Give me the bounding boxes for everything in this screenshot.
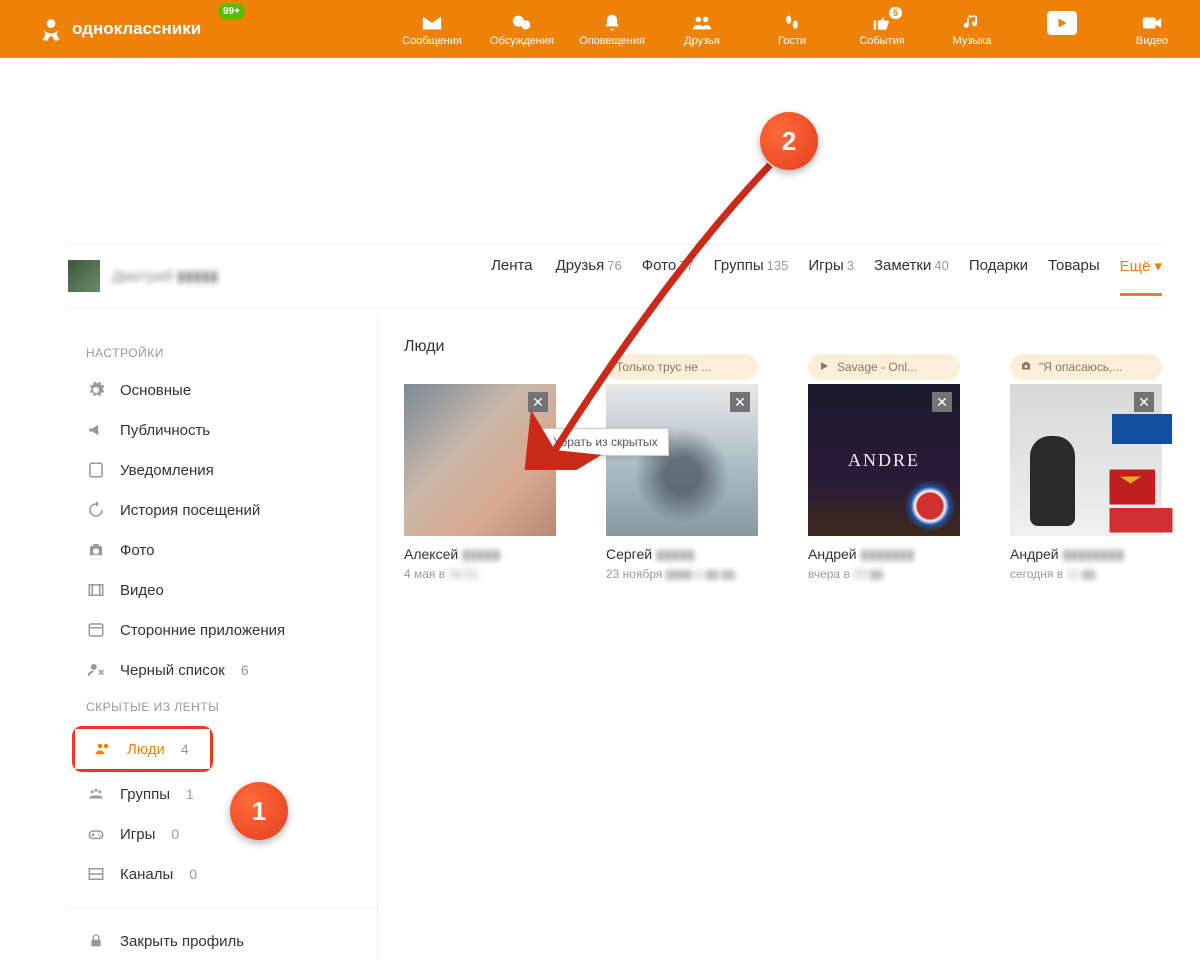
nav-messages[interactable]: Сообщения: [392, 11, 472, 47]
status-badge[interactable]: "Я опасаюсь,...: [1010, 354, 1162, 380]
person-photo[interactable]: ✕: [606, 384, 758, 536]
tab-feed[interactable]: Лента: [491, 257, 536, 296]
status-badge[interactable]: Savage - Onl...: [808, 354, 960, 380]
sidebar-item-lock-profile[interactable]: Закрыть профиль: [68, 921, 377, 961]
topbar-nav: Сообщения Обсуждения Оповещения Друзья Г…: [392, 11, 1192, 47]
remove-button[interactable]: ✕: [932, 392, 952, 412]
sidebar-item-history[interactable]: История посещений: [68, 490, 377, 530]
brand-logo[interactable]: одноклассники: [38, 16, 201, 42]
tab-groups[interactable]: Группы135: [714, 257, 789, 296]
person-name[interactable]: Алексей ▮▮▮▮▮: [404, 546, 556, 563]
nav-video[interactable]: Видео: [1112, 11, 1192, 47]
highlight-people: Люди4: [72, 726, 213, 772]
footprints-icon: [780, 11, 804, 35]
person-date: сегодня в 11:▮▮: [1010, 567, 1162, 581]
topbar: одноклассники 99+ Сообщения Обсуждения О…: [0, 0, 1200, 58]
brand-text: одноклассники: [72, 19, 201, 39]
profile-header: Дмитрий ▮▮▮▮▮ Лента Друзья76 Фото77 Груп…: [68, 244, 1162, 308]
window-icon: [86, 620, 106, 640]
remove-button[interactable]: ✕: [528, 392, 548, 412]
sidebar-item-main[interactable]: Основные: [68, 370, 377, 410]
tab-more[interactable]: Ещё ▾: [1120, 257, 1162, 296]
people-grid: ✕ Убрать из скрытых Алексей ▮▮▮▮▮ 4 мая …: [404, 384, 1162, 581]
person-name[interactable]: Андрей ▮▮▮▮▮▮▮▮: [1010, 546, 1162, 563]
tooltip-remove: Убрать из скрытых: [542, 428, 669, 456]
person-card: ✕ Убрать из скрытых Алексей ▮▮▮▮▮ 4 мая …: [404, 384, 556, 581]
note-icon: [86, 460, 106, 480]
history-icon: [86, 500, 106, 520]
remove-button[interactable]: ✕: [730, 392, 750, 412]
megaphone-icon: [86, 420, 106, 440]
person-card: Только трус не ... ✕ Сергей ▮▮▮▮▮ 23 ноя…: [606, 384, 758, 581]
camera-small-icon: [1020, 360, 1034, 374]
sidebar-item-people[interactable]: Люди4: [75, 729, 210, 769]
remove-button[interactable]: ✕: [1134, 392, 1154, 412]
person-date: 23 ноября ▮▮▮▮ в ▮▮:▮▮: [606, 567, 758, 581]
person-photo[interactable]: ✕: [1010, 384, 1162, 536]
play-icon: [1047, 11, 1077, 35]
avatar[interactable]: [68, 260, 100, 292]
camera-icon: [86, 540, 106, 560]
sidebar-item-channels[interactable]: Каналы0: [68, 854, 377, 894]
tab-notes[interactable]: Заметки40: [874, 257, 949, 296]
nav-discussions[interactable]: Обсуждения: [482, 11, 562, 47]
person-name[interactable]: Сергей ▮▮▮▮▮: [606, 546, 758, 563]
person-photo[interactable]: ANDRE ✕: [808, 384, 960, 536]
sidebar-item-apps[interactable]: Сторонние приложения: [68, 610, 377, 650]
profile-tabs: Лента Друзья76 Фото77 Группы135 Игры3 За…: [491, 257, 1162, 296]
group-icon: [86, 784, 106, 804]
video-icon: [1140, 11, 1164, 35]
person-date: 4 мая в 16:51: [404, 567, 556, 581]
notifications-badge: 99+: [218, 4, 245, 19]
tab-friends[interactable]: Друзья76: [556, 257, 622, 296]
sidebar-item-games[interactable]: Игры0: [68, 814, 377, 854]
nav-guests[interactable]: Гости: [752, 11, 832, 47]
person-photo[interactable]: ✕: [404, 384, 556, 536]
block-user-icon: [86, 660, 106, 680]
music-icon: [960, 11, 984, 35]
person-name[interactable]: Андрей ▮▮▮▮▮▮▮: [808, 546, 960, 563]
envelope-icon: [420, 11, 444, 35]
gear-icon: [86, 380, 106, 400]
sidebar-header-hidden: СКРЫТЫЕ ИЗ ЛЕНТЫ: [68, 690, 377, 724]
main-content: Люди ✕ Убрать из скрытых Алексей ▮▮▮▮▮ 4…: [378, 318, 1162, 961]
annotation-callout-1: 1: [230, 782, 288, 840]
nav-music[interactable]: Музыка: [932, 11, 1012, 47]
sidebar-item-video[interactable]: Видео: [68, 570, 377, 610]
profile-name[interactable]: Дмитрий ▮▮▮▮▮: [112, 267, 218, 285]
annotation-callout-2: 2: [760, 112, 818, 170]
settings-sidebar: НАСТРОЙКИ Основные Публичность Уведомлен…: [68, 318, 378, 961]
tab-goods[interactable]: Товары: [1048, 257, 1100, 296]
nav-alerts[interactable]: Оповещения: [572, 11, 652, 47]
play-small-icon: [818, 360, 832, 374]
person-card: Savage - Onl... ANDRE ✕ Андрей ▮▮▮▮▮▮▮ в…: [808, 384, 960, 581]
sidebar-item-publicity[interactable]: Публичность: [68, 410, 377, 450]
tab-photo[interactable]: Фото77: [642, 257, 694, 296]
gamepad-icon: [86, 824, 106, 844]
ok-logo-icon: [38, 16, 64, 42]
sidebar-item-blacklist[interactable]: Черный список6: [68, 650, 377, 690]
nav-friends[interactable]: Друзья: [662, 11, 742, 47]
nav-play[interactable]: [1022, 11, 1102, 47]
sidebar-item-groups[interactable]: Группы1: [68, 774, 377, 814]
bell-icon: [600, 11, 624, 35]
friends-icon: [690, 11, 714, 35]
person-date: вчера в 20:▮▮: [808, 567, 960, 581]
lock-icon: [86, 931, 106, 951]
nav-events[interactable]: 5События: [842, 11, 922, 47]
sidebar-item-notifications[interactable]: Уведомления: [68, 450, 377, 490]
ribbon-icon: [1106, 466, 1176, 536]
tab-games[interactable]: Игры3: [808, 257, 854, 296]
events-count-badge: 5: [889, 7, 902, 19]
people-icon: [93, 739, 113, 759]
chat-icon: [510, 11, 534, 35]
film-icon: [86, 580, 106, 600]
status-badge[interactable]: Только трус не ...: [606, 354, 758, 380]
sidebar-header-settings: НАСТРОЙКИ: [68, 336, 377, 370]
channels-icon: [86, 864, 106, 884]
person-card: "Я опасаюсь,... ✕ Андрей ▮▮▮▮▮▮▮▮ сегодн…: [1010, 384, 1162, 581]
tab-gifts[interactable]: Подарки: [969, 257, 1028, 296]
sidebar-item-photo[interactable]: Фото: [68, 530, 377, 570]
